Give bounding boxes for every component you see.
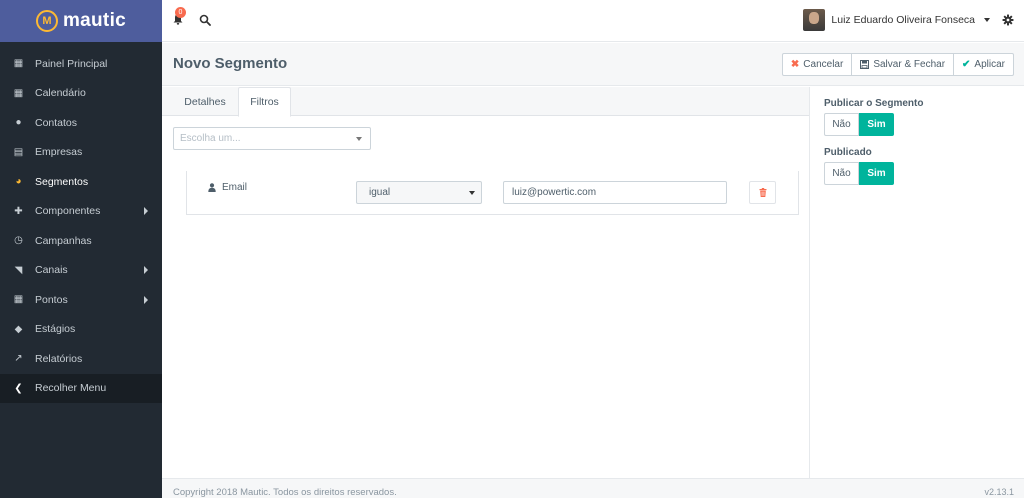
calculator-icon: ▦	[13, 294, 24, 306]
add-filter-select[interactable]: Escolha um...	[173, 127, 371, 150]
avatar	[803, 9, 826, 31]
caret-down-icon	[356, 137, 362, 141]
close-icon: ✖	[790, 59, 800, 70]
sidebar-item-label: Painel Principal	[35, 57, 108, 70]
clock-icon: ◷	[14, 235, 23, 247]
puzzle-icon: ✚	[14, 205, 23, 217]
tab-detalhes[interactable]: Detalhes	[173, 87, 237, 117]
apply-button-label: Aplicar	[974, 59, 1005, 70]
sidebar-item-label: Calendário	[35, 87, 86, 100]
sidebar-nav: ▦ Painel Principal ▦ Calendário ● Contat…	[0, 49, 162, 403]
building-icon: ▤	[13, 146, 24, 158]
top-header: 0 Luiz Eduardo Oliveira Fonseca	[162, 0, 1024, 42]
published-yes-button[interactable]: Sim	[859, 162, 894, 185]
user-icon	[208, 183, 216, 192]
caret-down-icon	[984, 18, 990, 22]
publish-segment-label: Publicar o Segmento	[824, 98, 924, 109]
filter-value-input[interactable]	[503, 181, 727, 204]
sidebar-item-label: Componentes	[35, 205, 101, 218]
chevron-right-icon	[144, 295, 148, 304]
check-icon: ✔	[962, 59, 971, 70]
sidebar-item-empresas[interactable]: ▤ Empresas	[0, 138, 162, 168]
sidebar-item-contatos[interactable]: ● Contatos	[0, 108, 162, 138]
sidebar-item-label: Pontos	[35, 293, 68, 306]
sidebar-item-pontos[interactable]: ▦ Pontos	[0, 285, 162, 315]
brand-name: mautic	[62, 10, 127, 31]
sidebar-item-campanhas[interactable]: ◷ Campanhas	[0, 226, 162, 256]
user-menu[interactable]: Luiz Eduardo Oliveira Fonseca	[803, 9, 990, 31]
sidebar-item-painel-principal[interactable]: ▦ Painel Principal	[0, 49, 162, 79]
trash-icon	[759, 188, 766, 197]
filter-row: Email igual	[186, 171, 799, 215]
caret-down-icon	[469, 191, 475, 195]
apply-button[interactable]: ✔ Aplicar	[953, 53, 1014, 76]
sidebar-item-componentes[interactable]: ✚ Componentes	[0, 197, 162, 227]
publish-segment-toggle: Não Sim	[824, 113, 894, 136]
brand[interactable]: M mautic	[0, 0, 162, 42]
save-close-button-label: Salvar & Fechar	[873, 59, 946, 70]
user-icon: ●	[15, 117, 22, 129]
published-toggle: Não Sim	[824, 162, 894, 185]
collapse-menu-button[interactable]: ❮ Recolher Menu	[0, 373, 162, 403]
calendar-icon: ▦	[13, 87, 24, 99]
tab-filtros[interactable]: Filtros	[238, 87, 291, 117]
right-panel: Publicar o Segmento Não Sim Publicado Nã…	[809, 87, 1024, 478]
sidebar-item-label: Segmentos	[35, 175, 89, 188]
gear-icon[interactable]	[1002, 14, 1014, 26]
sidebar-item-label: Canais	[35, 264, 68, 277]
cancel-button[interactable]: ✖ Cancelar	[781, 53, 853, 76]
cancel-button-label: Cancelar	[803, 59, 844, 70]
tab-bar: Detalhes Filtros	[162, 87, 809, 117]
add-filter-placeholder: Escolha um...	[180, 133, 241, 144]
dashboard-grid-icon: ▦	[13, 58, 24, 70]
sidebar-item-calendario[interactable]: ▦ Calendário	[0, 79, 162, 109]
sidebar-item-label: Empresas	[35, 146, 83, 159]
sidebar-item-estagios[interactable]: ◆ Estágios	[0, 315, 162, 345]
search-icon[interactable]	[199, 14, 211, 26]
filter-field-label: Email	[208, 182, 247, 193]
footer: Copyright 2018 Mautic. Todos os direitos…	[162, 478, 1024, 498]
save-close-button[interactable]: Salvar & Fechar	[851, 53, 955, 76]
published-label: Publicado	[824, 147, 872, 158]
collapse-menu-label: Recolher Menu	[35, 382, 107, 395]
sidebar-item-segmentos[interactable]: ◕ Segmentos	[0, 167, 162, 197]
page-actions: ✖ Cancelar Salvar & Fechar ✔ Aplicar	[781, 53, 1014, 76]
published-no-button[interactable]: Não	[824, 162, 859, 185]
chevron-right-icon	[144, 266, 148, 275]
filter-operator-value: igual	[369, 187, 391, 198]
sidebar-item-label: Relatórios	[35, 352, 83, 365]
pie-chart-icon: ◕	[15, 176, 22, 188]
filter-operator-select[interactable]: igual	[356, 181, 482, 204]
mautic-logo-icon: M	[35, 10, 58, 32]
version-text: v2.13.1	[984, 487, 1014, 497]
page-header: Novo Segmento ✖ Cancelar Salvar & Fechar…	[162, 43, 1024, 86]
sidebar-item-label: Campanhas	[35, 234, 92, 247]
sidebar-item-canais[interactable]: ◥ Canais	[0, 256, 162, 286]
rss-icon: ◥	[14, 264, 23, 276]
chevron-right-icon	[144, 207, 148, 216]
floppy-disk-icon	[860, 60, 870, 69]
user-name: Luiz Eduardo Oliveira Fonseca	[831, 14, 975, 26]
sidebar-item-relatorios[interactable]: ↗ Relatórios	[0, 344, 162, 374]
copyright-text: Copyright 2018 Mautic. Todos os direitos…	[173, 487, 397, 498]
main-content: Detalhes Filtros Escolha um... Email igu…	[162, 87, 809, 478]
sidebar: M mautic ▦ Painel Principal ▦ Calendário…	[0, 0, 162, 498]
publish-segment-no-button[interactable]: Não	[824, 113, 859, 136]
chevron-left-icon: ❮	[14, 382, 23, 394]
cubes-icon: ◆	[14, 323, 23, 335]
sidebar-item-label: Contatos	[35, 116, 78, 129]
delete-filter-button[interactable]	[749, 181, 776, 204]
publish-segment-yes-button[interactable]: Sim	[859, 113, 894, 136]
sidebar-item-label: Estágios	[35, 323, 76, 336]
notification-badge: 0	[175, 7, 186, 18]
filter-field-name: Email	[222, 182, 248, 193]
line-chart-icon: ↗	[14, 353, 23, 365]
page-title: Novo Segmento	[173, 55, 288, 72]
